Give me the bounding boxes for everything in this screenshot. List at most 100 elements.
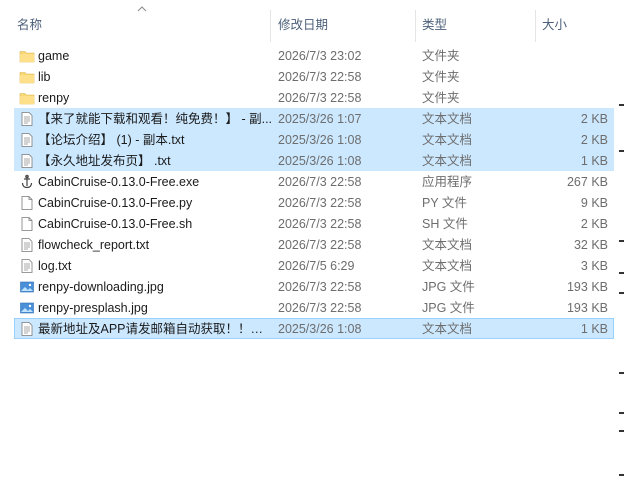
file-type: 文本文档 [422,322,473,336]
file-row[interactable]: 【永久地址发布页】 .txt 2025/3/26 1:08 文本文档 1 KB [14,150,614,171]
text-file-icon [19,237,35,253]
file-size: 193 KB [566,280,608,294]
file-type: SH 文件 [422,217,468,231]
text-file-icon [19,258,35,274]
file-type: 应用程序 [422,175,473,189]
file-size: 267 KB [566,175,608,189]
file-name: 最新地址及APP请发邮箱自动获取！！！... [38,322,273,336]
file-date: 2026/7/3 22:58 [278,217,362,231]
file-date: 2026/7/3 22:58 [278,301,362,315]
file-row[interactable]: renpy-presplash.jpg 2026/7/3 22:58 JPG 文件 1… [14,297,614,318]
file-name: CabinCruise-0.13.0-Free.py [38,196,193,210]
folder-icon [19,69,35,85]
file-row[interactable]: CabinCruise-0.13.0-Free.sh 2026/7/3 22:58… [14,213,614,234]
file-row[interactable]: lib 2026/7/3 22:58 文件夹 [14,66,614,87]
file-row[interactable]: game 2026/7/3 23:02 文件夹 [14,45,614,66]
file-date: 2026/7/3 23:02 [278,49,362,63]
column-header-date[interactable]: 修改日期 [278,0,328,42]
column-header-type[interactable]: 类型 [422,0,447,42]
file-type: 文本文档 [422,133,473,147]
file-date: 2025/3/26 1:08 [278,154,362,168]
edge-mark [619,272,624,274]
file-size: 2 KB [580,112,608,126]
file-row[interactable]: CabinCruise-0.13.0-Free.py 2026/7/3 22:58… [14,192,614,213]
file-date: 2026/7/3 22:58 [278,196,362,210]
file-row[interactable]: log.txt 2026/7/5 6:29 文本文档 3 KB [14,255,614,276]
file-date: 2026/7/3 22:58 [278,70,362,84]
file-list: game 2026/7/3 23:02 文件夹 lib 2026/7/3 22:58 文件… [14,45,614,339]
file-name: renpy [38,91,70,105]
file-size: 193 KB [566,301,608,315]
column-header-name[interactable]: 名称 [17,0,42,42]
edge-mark [619,430,624,432]
file-row[interactable]: 最新地址及APP请发邮箱自动获取！！！... 2025/3/26 1:08 文本文档… [14,318,614,339]
file-type: JPG 文件 [422,301,475,315]
file-type: 文本文档 [422,259,473,273]
file-type: 文本文档 [422,112,473,126]
edge-mark [619,104,624,106]
file-row[interactable]: renpy 2026/7/3 22:58 文件夹 [14,87,614,108]
file-type: 文本文档 [422,154,473,168]
file-date: 2026/7/3 22:58 [278,175,362,189]
file-size: 1 KB [580,154,608,168]
file-date: 2025/3/26 1:08 [278,322,362,336]
file-name: 【永久地址发布页】 .txt [38,154,171,168]
blank-file-icon [19,216,35,232]
file-date: 2026/7/3 22:58 [278,280,362,294]
file-row[interactable]: flowcheck_report.txt 2026/7/3 22:58 文本文档 32… [14,234,614,255]
file-size: 2 KB [580,217,608,231]
file-name: CabinCruise-0.13.0-Free.exe [38,175,200,189]
edge-mark [619,372,624,374]
file-name: renpy-downloading.jpg [38,280,164,294]
column-divider[interactable] [270,10,271,42]
file-row[interactable]: CabinCruise-0.13.0-Free.exe 2026/7/3 22:5… [14,171,614,192]
file-type: JPG 文件 [422,280,475,294]
renpy-app-icon [19,174,35,190]
edge-mark [619,292,624,294]
right-edge-strip [614,0,624,483]
folder-icon [19,90,35,106]
file-date: 2026/7/3 22:58 [278,91,362,105]
file-size: 32 KB [573,238,608,252]
edge-mark [619,150,624,152]
column-divider[interactable] [415,10,416,42]
file-size: 2 KB [580,133,608,147]
column-divider[interactable] [535,10,536,42]
file-type: 文本文档 [422,238,473,252]
file-size: 3 KB [580,259,608,273]
file-row[interactable]: 【论坛介绍】 (1) - 副本.txt 2025/3/26 1:08 文本文档 2 K… [14,129,614,150]
file-date: 2026/7/3 22:58 [278,238,362,252]
file-type: 文件夹 [422,70,460,84]
file-name: game [38,49,70,63]
file-type: 文件夹 [422,49,460,63]
text-file-icon [19,132,35,148]
file-name: lib [38,70,51,84]
edge-mark [619,474,624,476]
text-file-icon [19,153,35,169]
file-name: log.txt [38,259,72,273]
file-row[interactable]: renpy-downloading.jpg 2026/7/3 22:58 JPG 文… [14,276,614,297]
file-date: 2025/3/26 1:08 [278,133,362,147]
text-file-icon [19,321,35,337]
file-name: 【论坛介绍】 (1) - 副本.txt [38,133,185,147]
sort-ascending-icon [137,6,147,12]
file-type: 文件夹 [422,91,460,105]
blank-file-icon [19,195,35,211]
file-name: flowcheck_report.txt [38,238,150,252]
folder-icon [19,48,35,64]
file-name: 【来了就能下载和观看！纯免费！】 - 副... [38,112,273,126]
edge-mark [619,412,624,414]
file-name: CabinCruise-0.13.0-Free.sh [38,217,193,231]
file-date: 2025/3/26 1:07 [278,112,362,126]
column-header-size[interactable]: 大小 [542,0,567,42]
file-size: 9 KB [580,196,608,210]
edge-mark [619,240,624,242]
text-file-icon [19,111,35,127]
file-name: renpy-presplash.jpg [38,301,148,315]
image-file-icon [19,279,35,295]
file-date: 2026/7/5 6:29 [278,259,355,273]
file-size: 1 KB [580,322,608,336]
file-type: PY 文件 [422,196,467,210]
file-row[interactable]: 【来了就能下载和观看！纯免费！】 - 副... 2025/3/26 1:07 文本文… [14,108,614,129]
column-header-bar: 名称 修改日期 类型 大小 [0,0,614,42]
